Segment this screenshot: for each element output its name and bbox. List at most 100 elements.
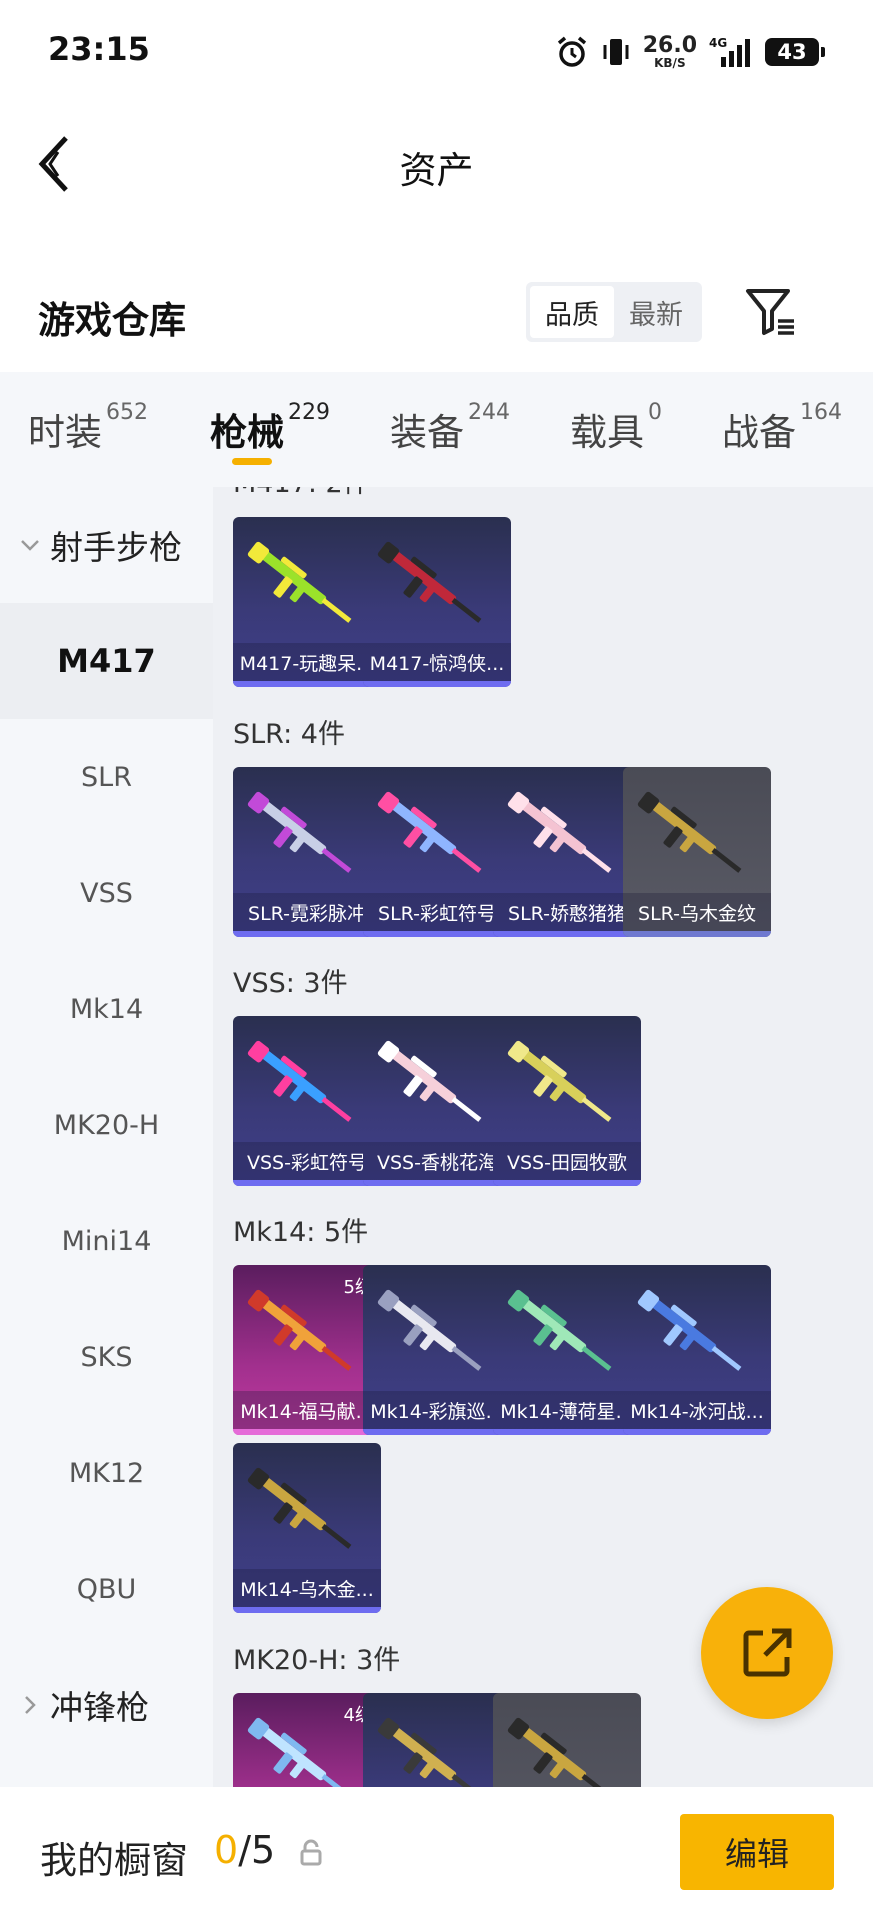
weapon-card[interactable]: SLR-彩虹符号 — [363, 767, 511, 937]
weapon-name: Mk14-薄荷星... — [493, 1391, 641, 1429]
filter-icon — [746, 289, 794, 335]
tab-label: 载具 — [570, 411, 644, 454]
weapon-card[interactable]: M417-惊鸿侠... — [363, 517, 511, 687]
chevron-right-icon — [25, 1696, 36, 1714]
sidebar-item-sks[interactable]: SKS — [0, 1299, 213, 1415]
section-title: VSS: 3件 — [233, 968, 348, 999]
weapon-card[interactable]: VSS-彩虹符号 — [233, 1016, 381, 1186]
status-time: 23:15 — [48, 30, 150, 68]
chevron-down-icon — [21, 540, 39, 551]
sidebar-item-mk14[interactable]: Mk14 — [0, 951, 213, 1067]
sidebar-item-mk12[interactable]: MK12 — [0, 1415, 213, 1531]
sort-toggle: 品质 最新 — [526, 282, 702, 342]
weapon-name: Mk14-彩旗巡... — [363, 1391, 511, 1429]
weapon-image — [377, 541, 482, 623]
weapon-card[interactable]: Mk14-乌木金... — [233, 1443, 381, 1613]
weapon-name: VSS-香桃花海 — [363, 1142, 511, 1180]
weapon-card[interactable] — [363, 1693, 511, 1787]
sidebar-item-vss[interactable]: VSS — [0, 835, 213, 951]
edit-button[interactable]: 编辑 — [680, 1814, 834, 1890]
sidebar-item-mk20h[interactable]: MK20-H — [0, 1067, 213, 1183]
weapon-card[interactable]: Mk14-薄荷星... — [493, 1265, 641, 1435]
share-button[interactable] — [701, 1587, 833, 1719]
weapon-image — [377, 1289, 482, 1371]
tab-weapons[interactable]: 枪械 229 — [210, 372, 390, 487]
category-smg[interactable]: 冲锋枪 — [0, 1647, 213, 1763]
weapon-card[interactable]: SLR-娇憨猪猪 — [493, 767, 641, 937]
weapon-card[interactable]: Mk14-彩旗巡... — [363, 1265, 511, 1435]
speed-value: 26.0 — [642, 33, 697, 58]
weapon-image — [377, 1040, 482, 1122]
sidebar-item-m417[interactable]: M417 — [0, 603, 213, 719]
quality-bar — [493, 1180, 641, 1186]
showcase-count: 0/5 — [214, 1828, 275, 1872]
lock-icon — [298, 1838, 324, 1868]
vibrate-icon — [601, 35, 631, 69]
status-bar: 23:15 26.0 KB/S 4G 43 — [0, 0, 873, 100]
quality-bar — [233, 1180, 381, 1186]
tab-label: 时装 — [28, 411, 102, 454]
quality-bar — [233, 931, 381, 937]
weapon-card[interactable]: 5级 Mk14-福马献... — [233, 1265, 381, 1435]
weapon-image — [377, 791, 482, 873]
warehouse-title: 游戏仓库 — [38, 299, 186, 342]
svg-text:4G: 4G — [709, 36, 727, 50]
weapon-image — [637, 1289, 742, 1371]
weapon-image — [247, 541, 352, 623]
quality-bar — [233, 1607, 381, 1613]
network-speed: 26.0 KB/S — [642, 33, 697, 70]
weapon-card[interactable]: Mk14-冰河战... — [623, 1265, 771, 1435]
sidebar-item-slr[interactable]: SLR — [0, 719, 213, 835]
tab-label: 装备 — [390, 411, 464, 454]
weapon-image — [247, 791, 352, 873]
weapon-name: VSS-彩虹符号 — [233, 1142, 381, 1180]
weapon-card[interactable]: VSS-田园牧歌 — [493, 1016, 641, 1186]
weapon-image — [507, 791, 612, 873]
quality-bar — [363, 1180, 511, 1186]
weapon-image — [507, 1717, 612, 1787]
tab-gear[interactable]: 战备 164 — [722, 372, 852, 487]
category-marksman-rifle[interactable]: 射手步枪 — [0, 487, 213, 603]
weapon-card[interactable]: SLR-乌木金纹 — [623, 767, 771, 937]
sort-quality[interactable]: 品质 — [530, 286, 614, 338]
sort-latest[interactable]: 最新 — [614, 286, 698, 338]
tab-count: 229 — [288, 400, 330, 425]
showcase-separator: / — [238, 1828, 251, 1872]
weapon-name: Mk14-冰河战... — [623, 1391, 771, 1429]
quality-bar — [623, 931, 771, 937]
filter-button[interactable] — [742, 283, 800, 341]
weapon-image — [377, 1717, 482, 1787]
weapon-image — [507, 1289, 612, 1371]
weapon-card[interactable]: SLR-霓彩脉冲 — [233, 767, 381, 937]
tab-vehicles[interactable]: 载具 0 — [570, 372, 722, 487]
tab-equipment[interactable]: 装备 244 — [390, 372, 570, 487]
section-title: SLR: 4件 — [233, 719, 345, 750]
category-tabs: 时装 652 枪械 229 装备 244 载具 0 战备 164 — [0, 372, 873, 487]
weapon-image — [507, 1040, 612, 1122]
quality-bar — [493, 1429, 641, 1435]
tab-fashion[interactable]: 时装 652 — [28, 372, 210, 487]
battery-level: 43 — [777, 40, 807, 64]
weapon-card[interactable]: VSS-香桃花海 — [363, 1016, 511, 1186]
weapon-name: SLR-彩虹符号 — [363, 893, 511, 931]
weapon-image — [247, 1040, 352, 1122]
showcase-label: 我的橱窗 — [40, 1839, 188, 1882]
alarm-icon — [555, 35, 589, 69]
section-title: M417: 2件 — [233, 487, 370, 500]
page-title: 资产 — [399, 149, 474, 192]
quality-bar — [623, 1429, 771, 1435]
weapon-name: M417-惊鸿侠... — [363, 643, 511, 681]
tab-label: 战备 — [722, 411, 796, 454]
category-label: 射手步枪 — [50, 528, 182, 567]
sidebar-item-mini14[interactable]: Mini14 — [0, 1183, 213, 1299]
quality-bar — [363, 931, 511, 937]
quality-bar — [363, 681, 511, 687]
weapon-card[interactable] — [493, 1693, 641, 1787]
quality-bar — [233, 1429, 381, 1435]
speed-unit: KB/S — [654, 56, 686, 70]
weapon-card[interactable]: 4级 — [233, 1693, 381, 1787]
weapon-card[interactable]: M417-玩趣呆... — [233, 517, 381, 687]
weapon-image — [247, 1467, 352, 1549]
sidebar-item-qbu[interactable]: QBU — [0, 1531, 213, 1647]
weapon-name: M417-玩趣呆... — [233, 643, 381, 681]
